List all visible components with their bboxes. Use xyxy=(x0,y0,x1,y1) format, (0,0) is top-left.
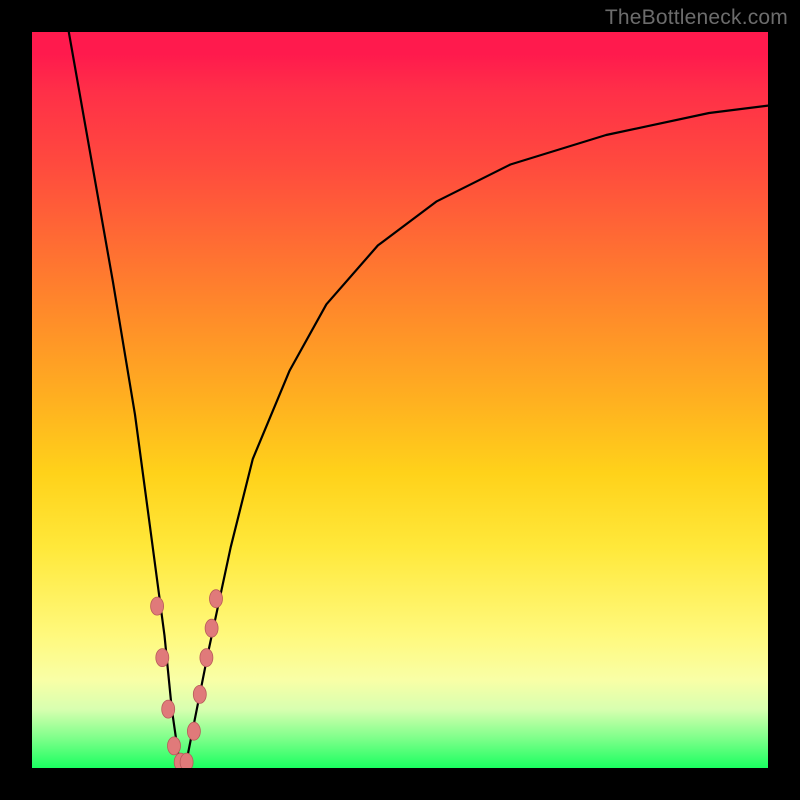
bottleneck-chart xyxy=(32,32,768,768)
highlight-dot xyxy=(193,685,206,703)
highlight-dot xyxy=(151,597,164,615)
highlight-dot xyxy=(200,649,213,667)
highlight-dot xyxy=(162,700,175,718)
outer-frame: TheBottleneck.com xyxy=(0,0,800,800)
plot-area xyxy=(32,32,768,768)
bottleneck-curve-path xyxy=(69,32,768,761)
highlight-dot xyxy=(156,649,169,667)
highlight-dot xyxy=(180,753,193,768)
highlight-dot xyxy=(187,722,200,740)
highlight-dot xyxy=(210,590,223,608)
watermark-text: TheBottleneck.com xyxy=(605,6,788,30)
highlight-dot xyxy=(168,737,181,755)
highlight-dot xyxy=(205,619,218,637)
